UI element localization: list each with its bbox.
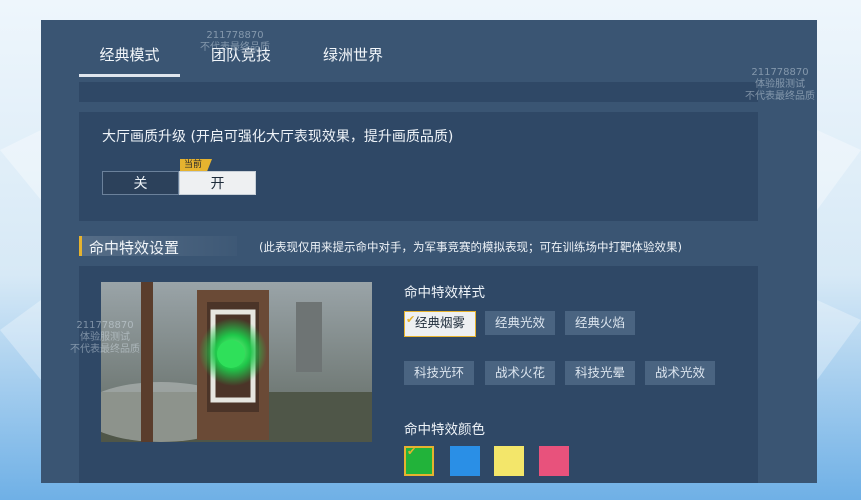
selected-check-icon: ✔ [407, 445, 417, 458]
graphics-setting-title: 大厅画质升级 (开启可强化大厅表现效果，提升画质品质) [102, 129, 454, 145]
style-option-tech-glow[interactable]: 科技光晕 [565, 361, 636, 385]
watermark-id: 211778870 [206, 30, 264, 41]
hit-effect-preview-image [101, 282, 372, 442]
graphics-toggle: 关 开 [102, 171, 256, 195]
settings-panel: 经典模式 团队竞技 绿洲世界 大厅画质升级 (开启可强化大厅表现效果，提升画质品… [41, 20, 817, 483]
watermark-id: 211778870 [751, 67, 809, 78]
color-swatch-yellow[interactable] [494, 446, 524, 476]
hit-effect-section-note: (此表现仅用来提示命中对手，为军事竞赛的模拟表现；可在训练场中打靶体验效果) [259, 240, 682, 254]
toggle-on-button[interactable]: 开 [179, 171, 256, 195]
style-option-classic-smoke[interactable]: ✔ 经典烟雾 [404, 311, 477, 337]
hit-style-label: 命中特效样式 [404, 285, 485, 301]
hit-color-label: 命中特效颜色 [404, 422, 485, 438]
watermark-left: 211778870 体验服测试 不代表最终品质 [70, 320, 140, 356]
watermark-text: 不代表最终品质 [745, 91, 815, 102]
style-option-tactical-light[interactable]: 战术光效 [645, 361, 716, 385]
watermark-right: 211778870 体验服测试 不代表最终品质 [745, 67, 815, 103]
watermark-text: 不代表最终品质 [200, 42, 270, 53]
style-option-classic-light[interactable]: 经典光效 [485, 311, 556, 335]
tab-oasis-world[interactable]: 绿洲世界 [313, 40, 393, 74]
color-swatch-blue[interactable] [450, 446, 480, 476]
toggle-off-button[interactable]: 关 [102, 171, 179, 195]
watermark-text: 体验服测试 [755, 79, 805, 90]
watermark-text: 不代表最终品质 [70, 344, 140, 355]
hit-effect-section-title: 命中特效设置 [89, 239, 180, 257]
watermark-id: 211778870 [76, 320, 134, 331]
divider-strip [79, 82, 758, 102]
style-option-tactical-spark[interactable]: 战术火花 [485, 361, 556, 385]
mode-tabs: 经典模式 团队竞技 绿洲世界 [41, 20, 817, 77]
style-option-classic-flame[interactable]: 经典火焰 [565, 311, 636, 335]
tab-classic-mode[interactable]: 经典模式 [79, 40, 180, 77]
watermark-text: 体验服测试 [80, 332, 130, 343]
color-swatch-pink[interactable] [539, 446, 569, 476]
style-option-tech-halo[interactable]: 科技光环 [404, 361, 475, 385]
selected-check-icon: ✔ [406, 313, 416, 326]
style-option-label: 经典烟雾 [415, 315, 466, 330]
watermark-top: 211778870 不代表最终品质 [200, 30, 270, 54]
current-badge: 当前 [180, 159, 213, 171]
color-swatch-green[interactable]: ✔ [404, 445, 434, 476]
